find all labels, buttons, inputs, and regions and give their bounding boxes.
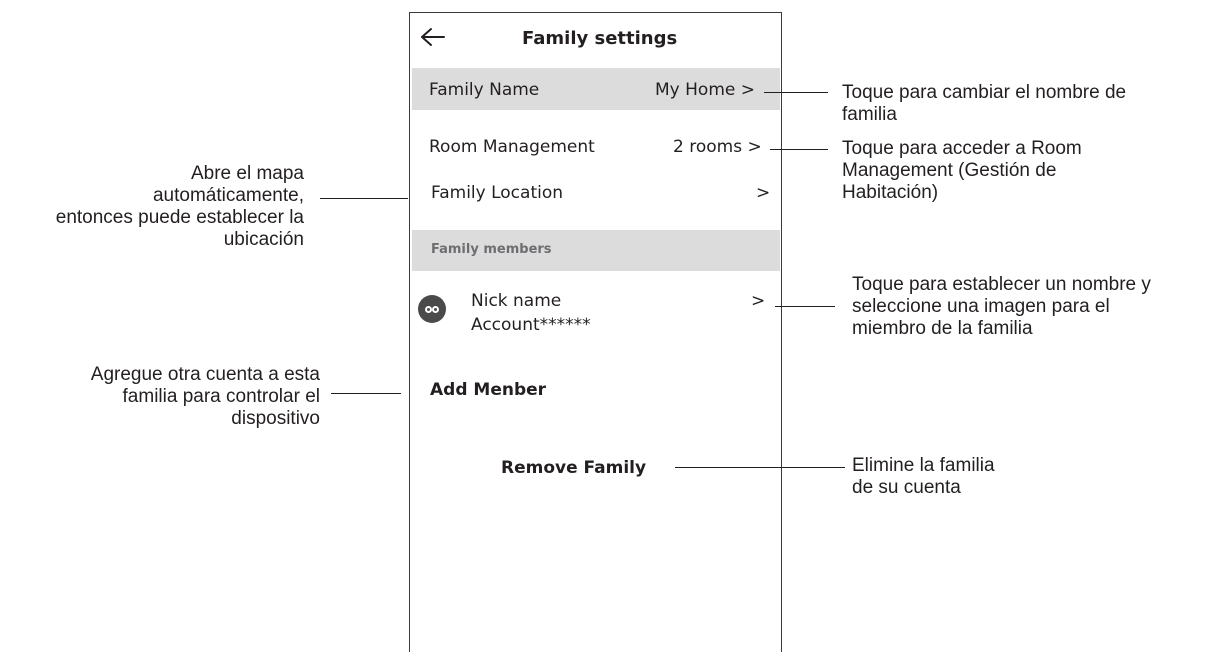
leader-line-room-management	[770, 149, 828, 150]
remove-family-button[interactable]: Remove Family	[501, 458, 646, 478]
annotation-family-location: Abre el mapa automáticamente, entonces p…	[55, 163, 304, 250]
leader-line-add-member	[331, 393, 401, 394]
annotation-family-name: Toque para cambiar el nombre de familia	[842, 82, 1127, 125]
annotation-room-management: Toque para acceder a Room Management (Ge…	[842, 138, 1082, 203]
leader-line-family-location	[320, 198, 408, 199]
add-member-button[interactable]: Add Menber	[430, 380, 546, 400]
leader-line-remove-family	[675, 467, 845, 468]
page-title: Family settings	[522, 28, 678, 49]
leader-line-family-name	[764, 92, 828, 93]
leader-line-member	[775, 306, 835, 307]
annotation-remove-family: Elimine la familia de su cuenta	[852, 455, 995, 498]
arrow-left-icon	[421, 28, 445, 46]
member-account: Account******	[471, 315, 591, 335]
back-button[interactable]	[420, 26, 450, 50]
room-management-value[interactable]: 2 rooms >	[673, 137, 762, 157]
annotation-member: Toque para establecer un nombre y selecc…	[852, 274, 1151, 339]
family-location-label[interactable]: Family Location	[431, 183, 563, 203]
family-members-label: Family members	[431, 242, 552, 257]
family-location-chevron[interactable]: >	[756, 183, 770, 203]
member-chevron[interactable]: >	[751, 291, 765, 311]
avatar-icon[interactable]	[418, 295, 446, 323]
annotation-add-member: Agregue otra cuenta a esta familia para …	[90, 364, 320, 429]
family-name-label: Family Name	[429, 80, 540, 100]
family-name-value[interactable]: My Home >	[655, 80, 755, 100]
member-nick-name[interactable]: Nick name	[471, 291, 561, 311]
room-management-label[interactable]: Room Management	[429, 137, 595, 157]
